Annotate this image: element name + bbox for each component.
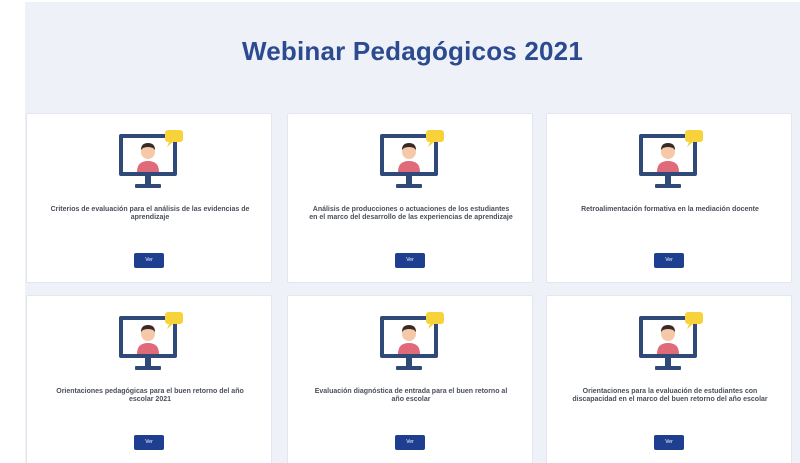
webinar-card: Criterios de evaluación para el análisis… xyxy=(26,113,272,283)
webinar-card: Evaluación diagnóstica de entrada para e… xyxy=(287,295,533,463)
monitor-video-call-icon xyxy=(380,312,444,370)
card-title: Orientaciones para la evaluación de estu… xyxy=(572,388,768,403)
page-title: Webinar Pedagógicos 2021 xyxy=(242,36,583,66)
view-button[interactable]: Ver xyxy=(134,435,164,450)
card-title: Orientaciones pedagógicas para el buen r… xyxy=(56,388,244,403)
webinar-card: Orientaciones para la evaluación de estu… xyxy=(546,295,792,463)
webinar-card: Análisis de producciones o actuaciones d… xyxy=(287,113,533,283)
webinar-card: Retroalimentación formativa en la mediac… xyxy=(546,113,792,283)
monitor-video-call-icon xyxy=(119,130,183,188)
card-title: Análisis de producciones o actuaciones d… xyxy=(309,206,513,221)
card-title: Criterios de evaluación para el análisis… xyxy=(50,206,250,221)
view-button[interactable]: Ver xyxy=(395,253,425,268)
monitor-video-call-icon xyxy=(119,312,183,370)
monitor-video-call-icon xyxy=(639,312,703,370)
view-button[interactable]: Ver xyxy=(654,435,684,450)
card-title: Retroalimentación formativa en la mediac… xyxy=(581,206,759,213)
view-button[interactable]: Ver xyxy=(395,435,425,450)
view-button[interactable]: Ver xyxy=(134,253,164,268)
monitor-video-call-icon xyxy=(380,130,444,188)
monitor-video-call-icon xyxy=(639,130,703,188)
page: Webinar Pedagógicos 2021 Criterios de ev… xyxy=(0,0,800,463)
webinar-card: Orientaciones pedagógicas para el buen r… xyxy=(26,295,272,463)
card-title: Evaluación diagnóstica de entrada para e… xyxy=(314,388,508,403)
view-button[interactable]: Ver xyxy=(654,253,684,268)
